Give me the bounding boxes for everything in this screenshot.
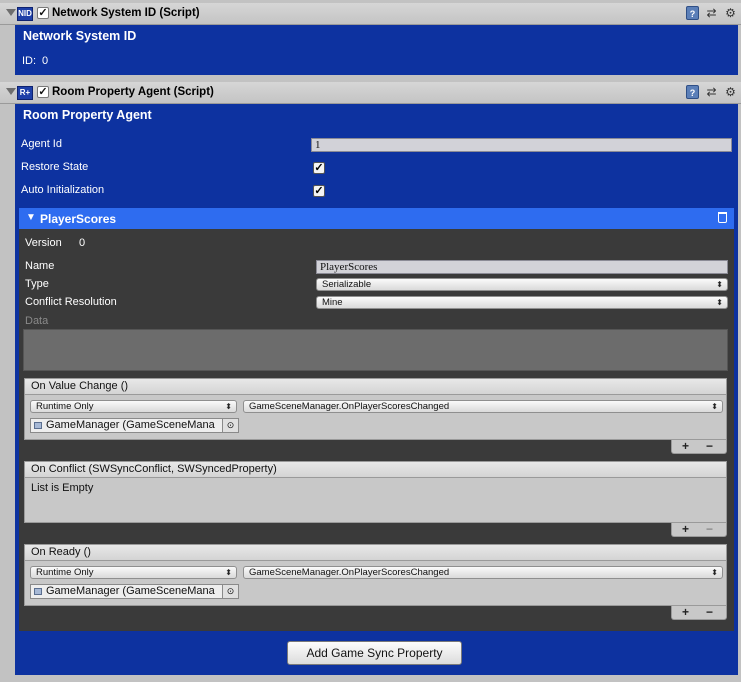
method-value: GameSceneManager.OnPlayerScoresChanged (249, 401, 450, 412)
list-controls: + − (671, 605, 727, 620)
agent-id-label: Agent Id (21, 138, 62, 150)
type-dropdown-value: Serializable (322, 279, 372, 290)
method-dropdown[interactable]: GameSceneManager.OnPlayerScoresChanged ⬍ (243, 400, 723, 413)
object-picker-icon[interactable]: ⊙ (222, 419, 238, 432)
add-icon[interactable]: + (682, 522, 689, 536)
remove-icon[interactable]: − (706, 605, 713, 619)
preset-icon[interactable]: ⇄ (705, 85, 718, 99)
add-game-sync-property-button[interactable]: Add Game Sync Property (287, 641, 462, 665)
list-controls: + − (671, 522, 727, 537)
auto-init-label: Auto Initialization (21, 184, 105, 196)
add-icon[interactable]: + (682, 439, 689, 453)
dropdown-arrow-icon: ⬍ (711, 568, 718, 577)
data-label: Data (25, 315, 49, 327)
conflict-dropdown[interactable]: Mine ⬍ (316, 296, 728, 309)
dropdown-arrow-icon: ⬍ (716, 298, 723, 307)
script-icon: NID (17, 7, 33, 21)
add-icon[interactable]: + (682, 605, 689, 619)
event-body: List is Empty (24, 478, 727, 523)
runtime-dropdown[interactable]: Runtime Only ⬍ (30, 400, 237, 413)
dropdown-arrow-icon: ⬍ (716, 280, 723, 289)
auto-init-checkbox[interactable]: ✓ (313, 185, 325, 197)
restore-state-checkbox[interactable]: ✓ (313, 162, 325, 174)
gear-icon[interactable]: ⚙ (724, 85, 737, 99)
property-title: PlayerScores (40, 212, 117, 226)
id-label: ID: (22, 55, 37, 67)
conflict-label: Conflict Resolution (25, 296, 117, 308)
method-dropdown[interactable]: GameSceneManager.OnPlayerScoresChanged ⬍ (243, 566, 723, 579)
foldout-arrow-icon[interactable] (6, 9, 16, 16)
component-header-network-id[interactable]: NID ✓ Network System ID (Script) ? ⇄ ⚙ (0, 3, 741, 25)
expand-arrow-icon[interactable]: ▼ (26, 212, 36, 223)
object-icon (34, 588, 42, 595)
version-value: 0 (79, 237, 86, 249)
help-icon[interactable]: ? (686, 85, 699, 99)
empty-list-text: List is Empty (31, 482, 94, 494)
event-header: On Conflict (SWSyncConflict, SWSyncedPro… (24, 461, 727, 478)
object-field[interactable]: GameManager (GameSceneMana ⊙ (30, 584, 239, 599)
dropdown-arrow-icon: ⬍ (225, 568, 232, 577)
trash-icon[interactable] (718, 212, 727, 223)
script-icon: R+ (17, 86, 33, 100)
type-dropdown[interactable]: Serializable ⬍ (316, 278, 728, 291)
agent-id-field[interactable]: 1 (311, 138, 732, 152)
object-value: GameManager (GameSceneMana (46, 585, 215, 597)
remove-icon: − (706, 522, 714, 536)
component-enabled-checkbox[interactable]: ✓ (37, 7, 49, 19)
object-picker-icon[interactable]: ⊙ (222, 585, 238, 598)
name-field[interactable]: PlayerScores (316, 260, 728, 274)
list-controls: + − (671, 439, 727, 454)
conflict-dropdown-value: Mine (322, 297, 343, 308)
runtime-value: Runtime Only (36, 567, 94, 578)
property-box: ▼ PlayerScores Version 0 Name PlayerScor… (19, 208, 734, 631)
header-icons: ? ⇄ ⚙ (686, 85, 737, 99)
data-area[interactable] (23, 329, 728, 371)
object-field[interactable]: GameManager (GameSceneMana ⊙ (30, 418, 239, 433)
runtime-value: Runtime Only (36, 401, 94, 412)
type-label: Type (25, 278, 49, 290)
object-value: GameManager (GameSceneMana (46, 419, 215, 431)
event-body: Runtime Only ⬍ GameSceneManager.OnPlayer… (24, 561, 727, 606)
object-icon (34, 422, 42, 429)
preset-icon[interactable]: ⇄ (705, 6, 718, 20)
event-body: Runtime Only ⬍ GameSceneManager.OnPlayer… (24, 395, 727, 440)
restore-state-label: Restore State (21, 161, 89, 173)
panel-heading: Network System ID (23, 29, 137, 43)
header-icons: ? ⇄ ⚙ (686, 6, 737, 20)
id-value: 0 (42, 55, 49, 67)
version-label: Version (25, 237, 62, 249)
component-header-room-agent[interactable]: R+ ✓ Room Property Agent (Script) ? ⇄ ⚙ (0, 82, 741, 104)
event-header: On Value Change () (24, 378, 727, 395)
event-header: On Ready () (24, 544, 727, 561)
component-enabled-checkbox[interactable]: ✓ (37, 86, 49, 98)
remove-icon[interactable]: − (706, 439, 713, 453)
component-title: Network System ID (Script) (52, 7, 200, 19)
method-value: GameSceneManager.OnPlayerScoresChanged (249, 567, 450, 578)
help-icon[interactable]: ? (686, 6, 699, 20)
dropdown-arrow-icon: ⬍ (225, 402, 232, 411)
name-label: Name (25, 260, 55, 272)
runtime-dropdown[interactable]: Runtime Only ⬍ (30, 566, 237, 579)
network-id-panel: Network System ID ID: 0 (15, 25, 738, 75)
foldout-arrow-icon[interactable] (6, 88, 16, 95)
panel-heading: Room Property Agent (23, 108, 152, 122)
dropdown-arrow-icon: ⬍ (711, 402, 718, 411)
gear-icon[interactable]: ⚙ (724, 6, 737, 20)
component-title: Room Property Agent (Script) (52, 86, 214, 98)
property-header[interactable]: ▼ PlayerScores (19, 208, 734, 229)
